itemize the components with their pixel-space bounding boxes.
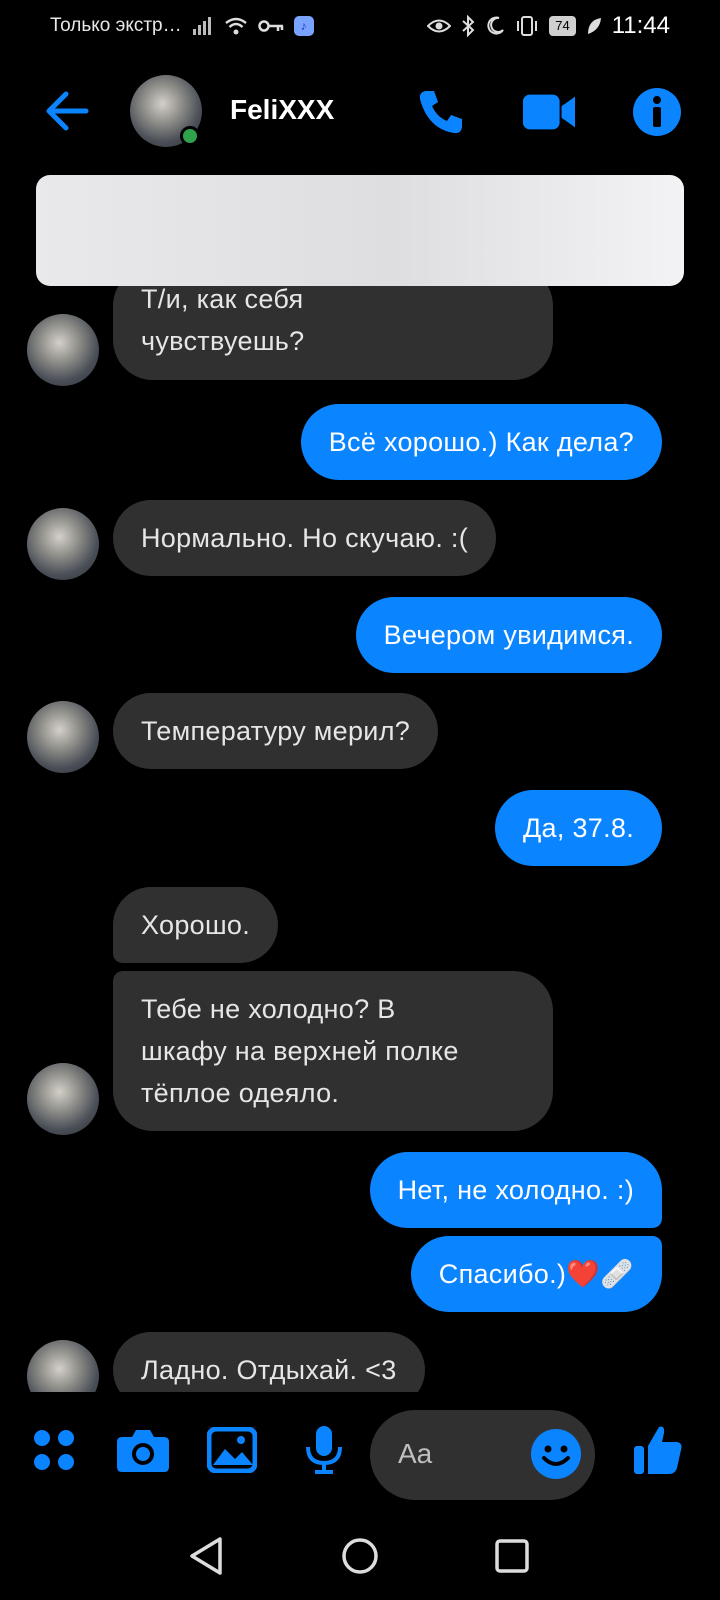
message-outgoing[interactable]: Да, 37.8. (494, 790, 662, 866)
video-call-button[interactable] (522, 85, 576, 139)
key-icon (257, 15, 284, 37)
message-incoming[interactable]: Температуру мерил? (113, 693, 439, 769)
triangle-back-icon (190, 1537, 222, 1575)
message-list[interactable]: Т/и, как себя чувствуешь? Всё хорошо.) К… (0, 286, 720, 1392)
microphone-icon (306, 1426, 342, 1474)
eye-icon (427, 15, 452, 37)
composer-bar: Aa (0, 1400, 720, 1510)
status-right: 74 11:44 (427, 12, 670, 40)
blurred-banner (36, 175, 684, 286)
sender-avatar[interactable] (27, 508, 99, 580)
message-input[interactable]: Aa (370, 1410, 595, 1500)
moon-icon (485, 15, 505, 37)
sender-avatar[interactable] (27, 701, 99, 773)
sender-avatar[interactable] (27, 314, 99, 386)
message-incoming[interactable]: Ладно. Отдыхай. <3 (113, 1332, 425, 1392)
signal-icon (192, 15, 214, 37)
message-incoming[interactable]: Тебе не холодно? В шкафу на верхней полк… (113, 971, 553, 1131)
music-app-icon: ♪ (293, 16, 314, 36)
camera-icon (117, 1430, 169, 1472)
online-indicator (180, 126, 200, 146)
sender-avatar[interactable] (27, 1063, 99, 1135)
message-incoming[interactable]: Т/и, как себя чувствуешь? (113, 286, 553, 380)
image-icon (207, 1427, 257, 1473)
leaf-icon (586, 15, 602, 37)
clock: 11:44 (611, 12, 670, 39)
arrow-left-icon (46, 91, 89, 131)
bluetooth-icon (461, 15, 475, 37)
message-outgoing[interactable]: Спасибо.)❤️🩹 (410, 1236, 662, 1312)
message-incoming[interactable]: Нормально. Но скучаю. :( (113, 500, 497, 576)
info-icon (633, 88, 681, 136)
battery-level: 74 (549, 16, 576, 36)
square-recents-icon (495, 1539, 529, 1573)
emoji-button[interactable] (530, 1428, 582, 1480)
nav-recents-button[interactable] (490, 1534, 534, 1578)
video-camera-icon (522, 94, 576, 130)
voice-message-button[interactable] (296, 1422, 352, 1478)
system-nav-bar (0, 1520, 720, 1600)
status-left: Только экстр… ♪ (50, 15, 314, 37)
message-input-placeholder: Aa (398, 1438, 433, 1469)
contact-name[interactable]: FeliXXX (230, 94, 334, 126)
nav-home-button[interactable] (338, 1534, 382, 1578)
vibrate-icon (515, 15, 539, 37)
four-dots-icon (34, 1430, 74, 1470)
phone-icon (419, 91, 462, 134)
back-button[interactable] (44, 88, 90, 134)
circle-home-icon (342, 1538, 378, 1574)
message-outgoing[interactable]: Всё хорошо.) Как дела? (300, 404, 662, 480)
carrier-text: Только экстр… (50, 15, 182, 36)
gallery-button[interactable] (204, 1422, 260, 1478)
sender-avatar[interactable] (27, 1340, 99, 1392)
thumbs-up-icon (634, 1426, 682, 1474)
camera-button[interactable] (115, 1422, 171, 1478)
wifi-icon (224, 15, 248, 37)
info-button[interactable] (630, 85, 684, 139)
nav-back-button[interactable] (184, 1534, 228, 1578)
smiley-icon (531, 1429, 581, 1479)
status-bar: Только экстр… ♪ 74 11:44 (0, 0, 720, 52)
message-incoming[interactable]: Хорошо. (113, 887, 279, 963)
message-outgoing[interactable]: Вечером увидимся. (355, 597, 662, 673)
message-outgoing[interactable]: Нет, не холодно. :) (369, 1152, 662, 1228)
call-button[interactable] (414, 85, 468, 139)
more-actions-button[interactable] (26, 1422, 82, 1478)
like-button[interactable] (630, 1422, 686, 1478)
chat-header: FeliXXX (0, 60, 720, 160)
